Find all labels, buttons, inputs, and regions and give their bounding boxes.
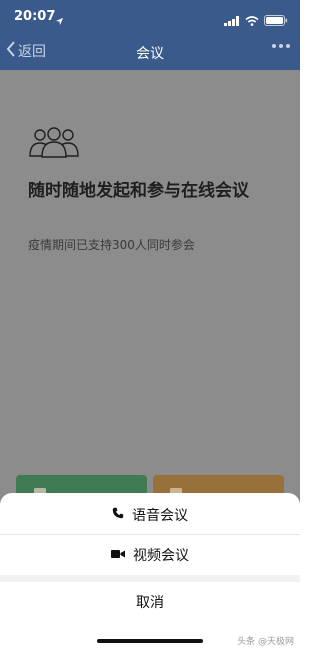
navigation-bar: 返回 会议 [0, 34, 300, 70]
watermark: 头条 @天极网 [237, 637, 294, 647]
people-icon [28, 126, 80, 162]
voice-meeting-label: 语音会议 [132, 507, 188, 524]
cancel-button[interactable]: 取消 [0, 582, 300, 622]
action-sheet: 语音会议 视频会议 取消 头条 @天极网 [0, 493, 300, 650]
status-time: 20:07 [14, 9, 56, 24]
sheet-divider [0, 575, 300, 582]
headline: 随时随地发起和参与在线会议 [28, 181, 249, 201]
cancel-label: 取消 [136, 595, 164, 611]
video-camera-icon [111, 547, 125, 563]
home-indicator[interactable] [97, 639, 203, 643]
video-meeting-label: 视频会议 [133, 548, 189, 564]
battery-icon [264, 11, 288, 30]
subtitle: 疫情期间已支持300人同时参会 [28, 238, 195, 252]
video-meeting-option[interactable]: 视频会议 [0, 535, 300, 575]
voice-meeting-option[interactable]: 语音会议 [0, 495, 300, 535]
location-arrow-icon [55, 11, 64, 30]
phone-icon [112, 507, 124, 523]
page-title: 会议 [136, 46, 164, 62]
status-bar: 20:07 [0, 0, 300, 34]
signal-icon [224, 11, 240, 30]
wifi-icon [245, 11, 259, 30]
more-icon[interactable] [272, 44, 290, 48]
